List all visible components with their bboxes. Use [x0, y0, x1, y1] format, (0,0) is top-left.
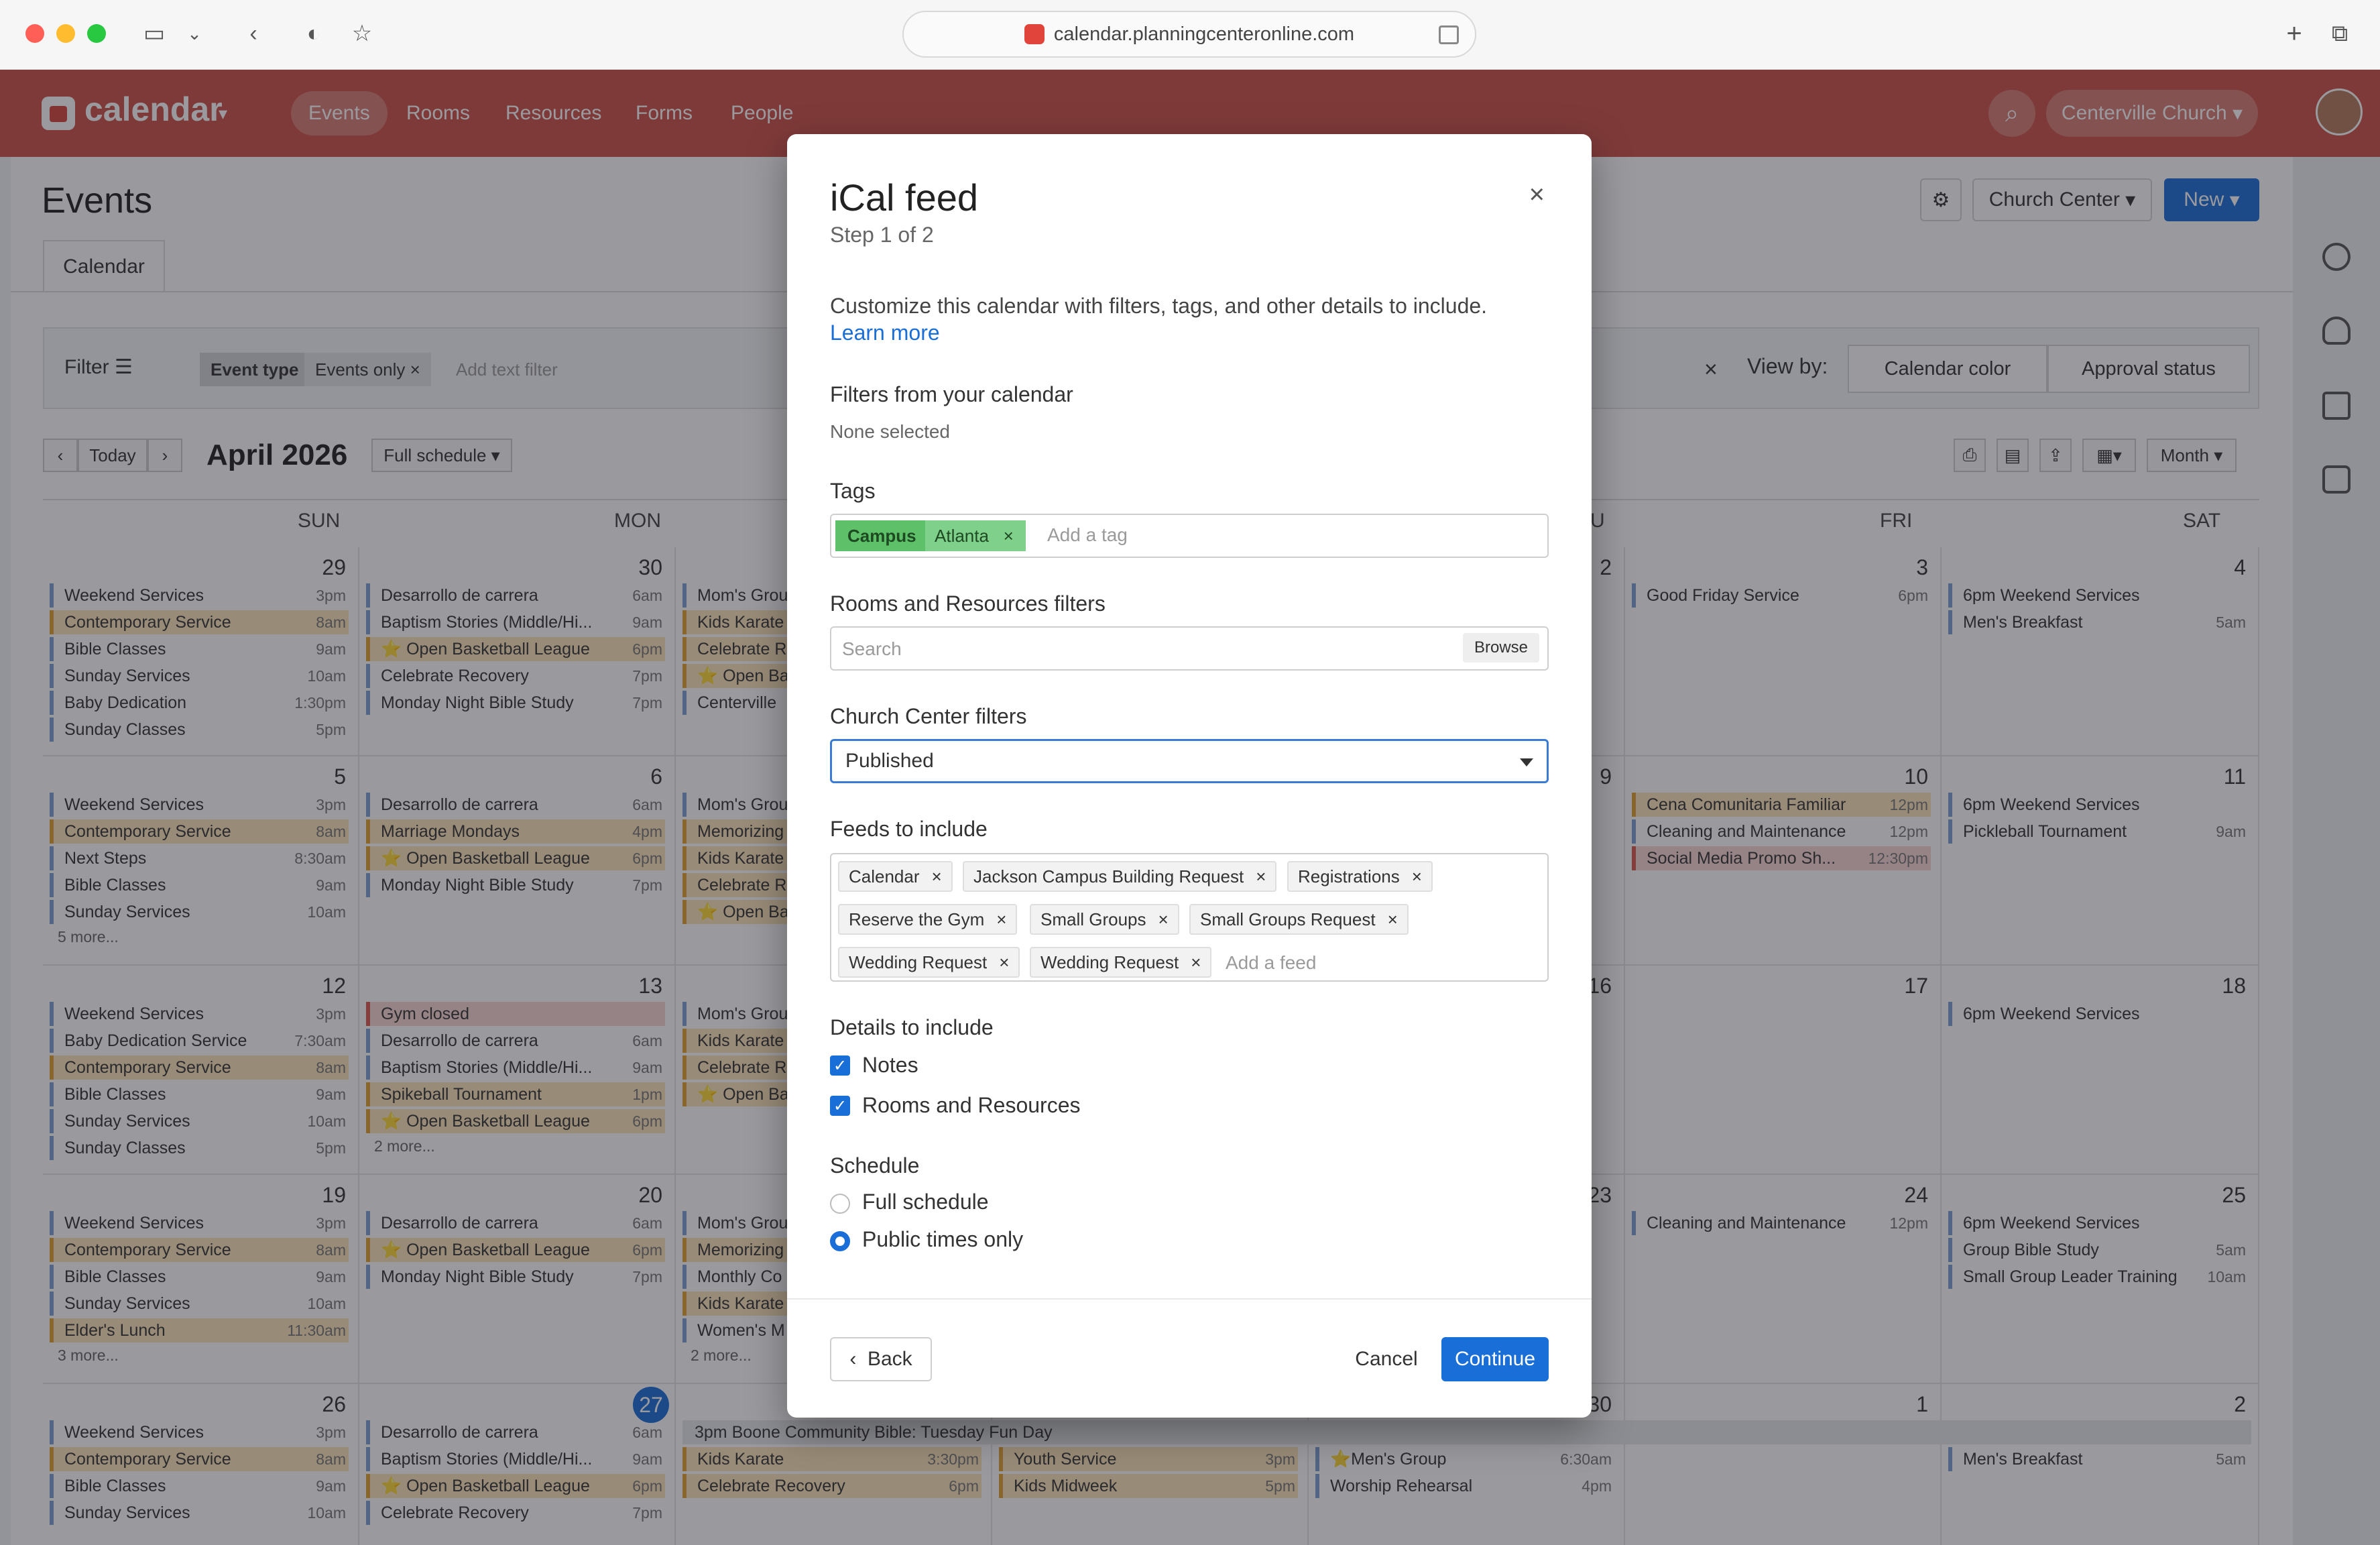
shield-icon[interactable]: ◐	[298, 17, 330, 50]
filters-label: Filters from your calendar	[830, 382, 1073, 406]
chevron-left-icon: ‹	[849, 1348, 868, 1370]
rooms-placeholder: Search	[842, 638, 902, 659]
feed-chip[interactable]: Jackson Campus Building Request ×	[963, 861, 1277, 892]
feed-placeholder: Add a feed	[1226, 952, 1317, 973]
back-label: Back	[867, 1348, 912, 1370]
feed-chip[interactable]: Small Groups ×	[1030, 904, 1179, 935]
tab-overview-icon[interactable]: ⧉	[2324, 17, 2356, 50]
feeds-input[interactable]: Calendar × Jackson Campus Building Reques…	[830, 853, 1549, 982]
details-label: Details to include	[830, 1015, 994, 1039]
feed-chip-label: Wedding Request	[1040, 952, 1179, 972]
url-text: calendar.planningcenteronline.com	[1053, 23, 1355, 45]
minimize-window-button[interactable]	[56, 24, 75, 43]
site-favicon-icon	[1024, 24, 1045, 44]
ical-feed-modal: × iCal feed Step 1 of 2 Customize this c…	[787, 134, 1592, 1418]
back-button[interactable]: ‹ Back	[830, 1337, 932, 1381]
feed-chip-label: Registrations	[1298, 866, 1400, 886]
rooms-label: Rooms and Resources filters	[830, 591, 1106, 616]
rooms-resources-label: Rooms and Resources	[862, 1093, 1081, 1117]
remove-icon[interactable]: ×	[999, 952, 1009, 973]
reader-icon[interactable]	[1439, 25, 1459, 44]
description-text: Customize this calendar with filters, ta…	[830, 294, 1488, 318]
rooms-search-input[interactable]: Search Browse	[830, 626, 1549, 671]
feed-chip[interactable]: Wedding Request ×	[838, 947, 1020, 978]
modal-description: Customize this calendar with filters, ta…	[830, 292, 1541, 346]
zoom-window-button[interactable]	[87, 24, 106, 43]
remove-icon[interactable]: ×	[1256, 866, 1266, 887]
tag-placeholder: Add a tag	[1047, 524, 1128, 545]
tag-value-label: Atlanta	[935, 525, 989, 546]
full-schedule-label: Full schedule	[862, 1190, 989, 1214]
feed-chip[interactable]: Wedding Request ×	[1030, 947, 1212, 978]
learn-more-link[interactable]: Learn more	[830, 321, 940, 345]
browser-toolbar: ▭ ⌄ ‹ ◐ ☆ calendar.planningcenteronline.…	[0, 0, 2380, 70]
feeds-label: Feeds to include	[830, 817, 988, 841]
feed-chip-label: Calendar	[849, 866, 920, 886]
feed-chip[interactable]: Calendar ×	[838, 861, 953, 892]
back-arrow-icon[interactable]: ‹	[237, 17, 270, 50]
feed-chip-label: Reserve the Gym	[849, 909, 985, 929]
remove-icon[interactable]: ×	[1412, 866, 1422, 887]
address-bar[interactable]: calendar.planningcenteronline.com	[902, 11, 1476, 58]
full-schedule-radio[interactable]	[830, 1194, 850, 1214]
feed-chip-label: Small Groups	[1040, 909, 1146, 929]
schedule-label: Schedule	[830, 1153, 920, 1178]
rooms-resources-checkbox[interactable]: ✓	[830, 1096, 850, 1116]
remove-icon[interactable]: ×	[996, 909, 1006, 930]
remove-icon[interactable]: ×	[1388, 909, 1398, 930]
feed-chip[interactable]: Reserve the Gym ×	[838, 904, 1018, 935]
modal-title: iCal feed	[830, 176, 979, 219]
church-center-select-value: Published	[845, 750, 934, 772]
public-times-label: Public times only	[862, 1227, 1024, 1251]
notes-label: Notes	[862, 1053, 918, 1077]
remove-icon[interactable]: ×	[1191, 952, 1201, 973]
public-times-radio[interactable]	[830, 1231, 850, 1251]
sidebar-toggle-icon[interactable]: ▭	[138, 17, 170, 50]
feed-chip-label: Wedding Request	[849, 952, 988, 972]
tags-label: Tags	[830, 479, 876, 503]
tags-input[interactable]: Campus Atlanta × Add a tag	[830, 514, 1549, 558]
footer-divider	[787, 1298, 1592, 1300]
church-center-filters-label: Church Center filters	[830, 704, 1027, 728]
cancel-button[interactable]: Cancel	[1346, 1337, 1427, 1381]
notes-checkbox[interactable]: ✓	[830, 1055, 850, 1076]
browse-button[interactable]: Browse	[1463, 633, 1539, 663]
church-center-select[interactable]: Published	[830, 739, 1549, 783]
new-tab-icon[interactable]: +	[2278, 17, 2310, 50]
modal-step: Step 1 of 2	[830, 223, 934, 247]
feed-chip[interactable]: Registrations ×	[1287, 861, 1433, 892]
close-icon[interactable]: ×	[1529, 180, 1545, 210]
close-window-button[interactable]	[25, 24, 44, 43]
feed-chip-label: Small Groups Request	[1200, 909, 1376, 929]
feed-chip-label: Jackson Campus Building Request	[973, 866, 1244, 886]
remove-icon[interactable]: ×	[1158, 909, 1169, 930]
chevron-down-icon[interactable]: ⌄	[181, 17, 208, 50]
star-icon[interactable]: ☆	[346, 17, 378, 50]
tag-value-chip[interactable]: Atlanta ×	[925, 520, 1026, 551]
chevron-down-icon	[1520, 758, 1533, 766]
continue-button[interactable]: Continue	[1441, 1337, 1549, 1381]
feed-chip[interactable]: Small Groups Request ×	[1189, 904, 1409, 935]
remove-icon[interactable]: ×	[932, 866, 942, 887]
tag-group-chip: Campus	[835, 520, 925, 551]
filters-value: None selected	[830, 421, 951, 442]
